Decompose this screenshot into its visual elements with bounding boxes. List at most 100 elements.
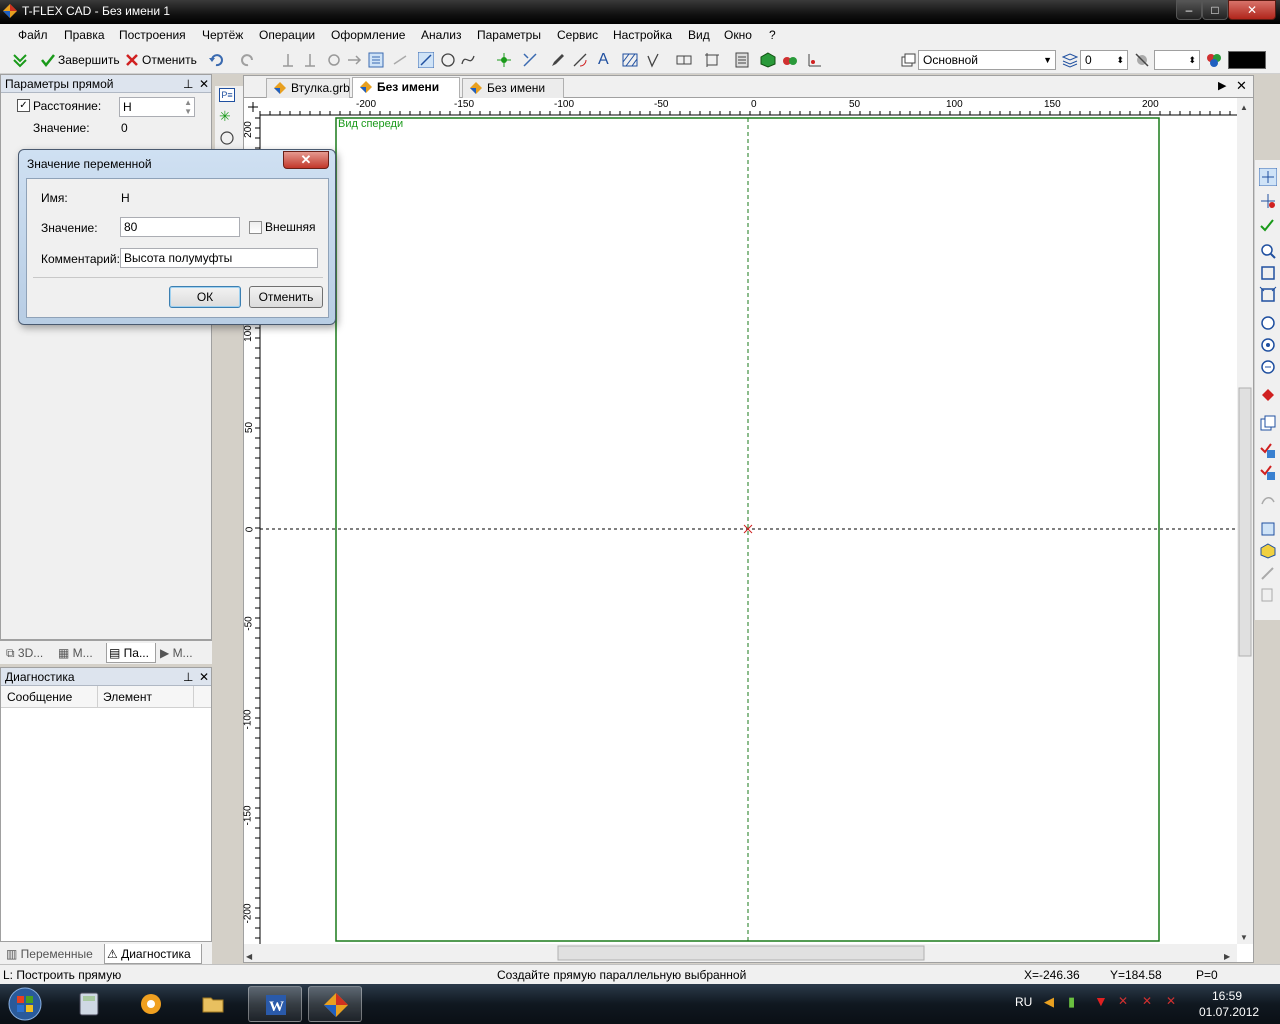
- copy-page-icon[interactable]: [1259, 414, 1277, 432]
- tab-macros[interactable]: ▶ М...: [158, 643, 208, 663]
- check-3d-icon[interactable]: [1259, 442, 1277, 460]
- tab-unnamed-1-1[interactable]: Без имени 1:1: [462, 78, 564, 114]
- cube-iso-icon[interactable]: [1259, 542, 1277, 560]
- menu-drawing[interactable]: Чертёж: [202, 28, 243, 42]
- menu-construct[interactable]: Построения: [119, 28, 186, 42]
- close-icon[interactable]: ✕: [199, 75, 209, 93]
- undo-icon[interactable]: [208, 52, 224, 68]
- color-swatch[interactable]: [1228, 51, 1266, 69]
- tab-model[interactable]: ▦ М...: [56, 643, 104, 663]
- text-tool-icon[interactable]: A: [598, 50, 609, 70]
- snap-icon[interactable]: [522, 52, 538, 68]
- table-icon[interactable]: [676, 52, 692, 68]
- menu-file[interactable]: Файл: [18, 28, 48, 42]
- menu-window[interactable]: Окно: [724, 28, 752, 42]
- taskbar-explorer[interactable]: [186, 986, 240, 1022]
- tab-vtulka[interactable]: Втулка.grb: [266, 78, 350, 98]
- ok-button[interactable]: ОК: [169, 286, 241, 308]
- clock-date[interactable]: 01.07.2012: [1199, 1005, 1259, 1019]
- menu-service[interactable]: Сервис: [557, 28, 598, 42]
- volume-icon[interactable]: ◀: [1044, 994, 1054, 1010]
- column-element[interactable]: Элемент: [103, 690, 152, 704]
- menu-design[interactable]: Оформление: [331, 28, 405, 42]
- antivirus-icon[interactable]: ▼: [1094, 993, 1108, 1009]
- tabs-scroll-right-icon[interactable]: ▶: [1218, 79, 1226, 92]
- taskbar-word[interactable]: W: [248, 986, 302, 1022]
- tab-variables[interactable]: ▥ Переменные: [4, 944, 102, 964]
- check-snap-icon[interactable]: [1259, 216, 1277, 234]
- construct-tool-2-icon[interactable]: [302, 52, 318, 68]
- spline-icon[interactable]: [460, 52, 476, 68]
- zoom-in-icon[interactable]: [1259, 242, 1277, 260]
- color-palette-icon[interactable]: [1206, 52, 1222, 68]
- drawing-canvas[interactable]: ◀ ▶ ▲ ▼ Вид спереди -200 -150 -100 -50 0…: [243, 98, 1253, 962]
- 3d-model-icon[interactable]: [760, 52, 776, 68]
- menu-help[interactable]: ?: [769, 28, 776, 42]
- node-icon[interactable]: [496, 52, 512, 68]
- snap-point-icon[interactable]: [1259, 192, 1277, 210]
- cancel-dialog-button[interactable]: Отменить: [249, 286, 323, 308]
- clock-time[interactable]: 16:59: [1212, 989, 1242, 1003]
- calculator-icon[interactable]: [734, 52, 750, 68]
- start-button-icon[interactable]: [6, 986, 44, 1022]
- brush-icon[interactable]: [1259, 564, 1277, 582]
- check-3d-2-icon[interactable]: [1259, 464, 1277, 482]
- language-indicator[interactable]: RU: [1015, 995, 1032, 1009]
- menu-parameters[interactable]: Параметры: [477, 28, 541, 42]
- close-document-icon[interactable]: ✕: [1236, 78, 1247, 94]
- security-icon[interactable]: ▮: [1068, 994, 1075, 1010]
- circle-tool-icon[interactable]: [326, 52, 342, 68]
- distance-checkbox[interactable]: ✓: [17, 99, 30, 112]
- menu-settings[interactable]: Настройка: [613, 28, 672, 42]
- vertical-scrollbar-thumb[interactable]: [1238, 387, 1252, 657]
- frame-icon[interactable]: [704, 52, 720, 68]
- hide-icon[interactable]: [1134, 52, 1150, 68]
- flag-icon[interactable]: ✕: [1142, 994, 1152, 1008]
- network-off-icon[interactable]: ✕: [1118, 994, 1128, 1008]
- value-input[interactable]: [120, 217, 240, 237]
- node-snap-icon[interactable]: ✳: [219, 108, 231, 125]
- maximize-button[interactable]: □: [1202, 0, 1228, 20]
- zoom-prev-icon[interactable]: [1259, 314, 1277, 332]
- 3d-view-icon[interactable]: [782, 52, 798, 68]
- cube-view-icon[interactable]: [1259, 520, 1277, 538]
- circle-icon[interactable]: [440, 52, 456, 68]
- close-icon[interactable]: ✕: [199, 668, 209, 686]
- circle-dashed-icon[interactable]: [219, 130, 235, 146]
- roughness-icon[interactable]: [646, 52, 662, 68]
- views-icon[interactable]: [806, 52, 822, 68]
- pencil-icon[interactable]: [550, 52, 566, 68]
- zoom-out-icon[interactable]: [1259, 358, 1277, 376]
- spin-icon[interactable]: ▲ ▼: [184, 98, 192, 116]
- zoom-all-icon[interactable]: [1259, 336, 1277, 354]
- rotate-icon[interactable]: [1259, 492, 1277, 510]
- layer-spin[interactable]: 0 ⬍: [1080, 50, 1128, 70]
- dialog-close-button[interactable]: ✕: [283, 151, 329, 169]
- comment-input[interactable]: [120, 248, 318, 268]
- distance-input[interactable]: Н ▲ ▼: [119, 97, 195, 117]
- tab-unnamed-1-2[interactable]: Без имени 1:2: [352, 77, 460, 113]
- arrow-tool-icon[interactable]: [346, 52, 362, 68]
- redo-icon[interactable]: [240, 52, 256, 68]
- line-tool-icon[interactable]: [418, 52, 434, 68]
- minimize-button[interactable]: –: [1176, 0, 1202, 20]
- menu-operations[interactable]: Операции: [259, 28, 315, 42]
- double-check-icon[interactable]: [12, 52, 28, 68]
- taskbar-tflex[interactable]: [308, 986, 362, 1022]
- tab-params[interactable]: ▤ Па...: [106, 643, 156, 663]
- hatch-icon[interactable]: [622, 52, 638, 68]
- column-message[interactable]: Сообщение: [7, 690, 72, 704]
- tab-3d[interactable]: ⧉ 3D...: [4, 643, 52, 663]
- horizontal-scrollbar-thumb[interactable]: [557, 945, 925, 961]
- construct-tool-1-icon[interactable]: [280, 52, 296, 68]
- dimension-icon[interactable]: [572, 52, 588, 68]
- zoom-window-icon[interactable]: [1259, 264, 1277, 282]
- param-icon[interactable]: [1259, 586, 1277, 604]
- grid-select-icon[interactable]: [368, 52, 384, 68]
- tab-diagnostics[interactable]: ⚠ Диагностика: [104, 944, 202, 964]
- external-checkbox[interactable]: [249, 221, 262, 234]
- width-select[interactable]: ⬍: [1154, 50, 1200, 70]
- pan-icon[interactable]: [1259, 386, 1277, 404]
- finish-button[interactable]: Завершить: [58, 50, 120, 70]
- menu-view[interactable]: Вид: [688, 28, 710, 42]
